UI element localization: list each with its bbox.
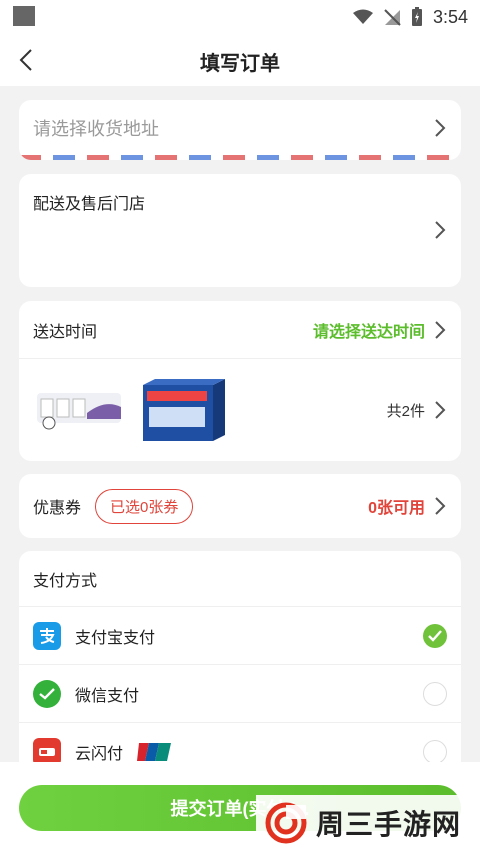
notification-icon — [13, 6, 35, 26]
payment-option-label: 支付宝支付 — [75, 629, 156, 647]
app-header: 填写订单 — [0, 34, 480, 86]
store-label: 配送及售后门店 — [33, 196, 146, 213]
chevron-right-icon — [435, 320, 446, 339]
chevron-right-icon — [435, 401, 446, 419]
payment-method-card: 支付方式 支付宝支付 微信支付 云闪付 — [19, 551, 461, 781]
product-image-box — [143, 379, 225, 441]
product-image-bottles — [37, 393, 121, 430]
radio-unchecked[interactable] — [423, 681, 447, 706]
coupon-card[interactable]: 优惠券 已选0张券 0张可用 — [19, 474, 461, 538]
battery-icon — [411, 7, 422, 26]
payment-option-wechat[interactable]: 微信支付 — [19, 665, 461, 723]
chevron-right-icon — [435, 118, 446, 137]
payment-title: 支付方式 — [33, 572, 98, 590]
address-selector[interactable]: 请选择收货地址 — [19, 100, 461, 160]
delivery-card: 送达时间 请选择送达时间 共2件 — [19, 301, 461, 461]
address-placeholder: 请选择收货地址 — [33, 118, 159, 139]
payment-option-alipay[interactable]: 支付宝支付 — [19, 607, 461, 665]
coupon-available-count: 0张可用 — [368, 500, 425, 517]
chevron-right-icon — [435, 497, 446, 515]
no-signal-icon — [384, 9, 401, 26]
store-selector[interactable]: 配送及售后门店 — [19, 174, 461, 287]
status-bar: 3:54 — [0, 0, 480, 34]
coupon-selected-badge[interactable]: 已选0张券 — [95, 488, 194, 524]
site-watermark: 周三手游网 — [256, 795, 472, 851]
status-time: 3:54 — [432, 6, 468, 27]
page-title: 填写订单 — [200, 53, 280, 75]
item-count: 共2件 — [386, 402, 425, 420]
chevron-right-icon — [435, 221, 446, 239]
watermark-logo-icon — [265, 802, 307, 844]
airmail-border — [19, 155, 461, 160]
unionpay-logo-icon — [137, 743, 172, 761]
payment-option-label: 云闪付 — [75, 746, 124, 763]
radio-checked[interactable] — [423, 623, 447, 648]
delivery-time-value: 请选择送达时间 — [312, 323, 425, 341]
coupon-label: 优惠券 — [33, 500, 82, 517]
delivery-time-row[interactable]: 送达时间 请选择送达时间 — [19, 301, 461, 359]
wechat-pay-icon — [33, 679, 61, 708]
alipay-icon — [33, 621, 61, 650]
status-icons: 3:54 — [352, 4, 468, 30]
order-items-row[interactable]: 共2件 — [19, 359, 461, 461]
delivery-time-label: 送达时间 — [33, 323, 98, 341]
wifi-icon — [352, 9, 373, 24]
radio-unchecked[interactable] — [423, 740, 447, 764]
watermark-text: 周三手游网 — [316, 809, 462, 840]
payment-option-label: 微信支付 — [75, 687, 140, 705]
